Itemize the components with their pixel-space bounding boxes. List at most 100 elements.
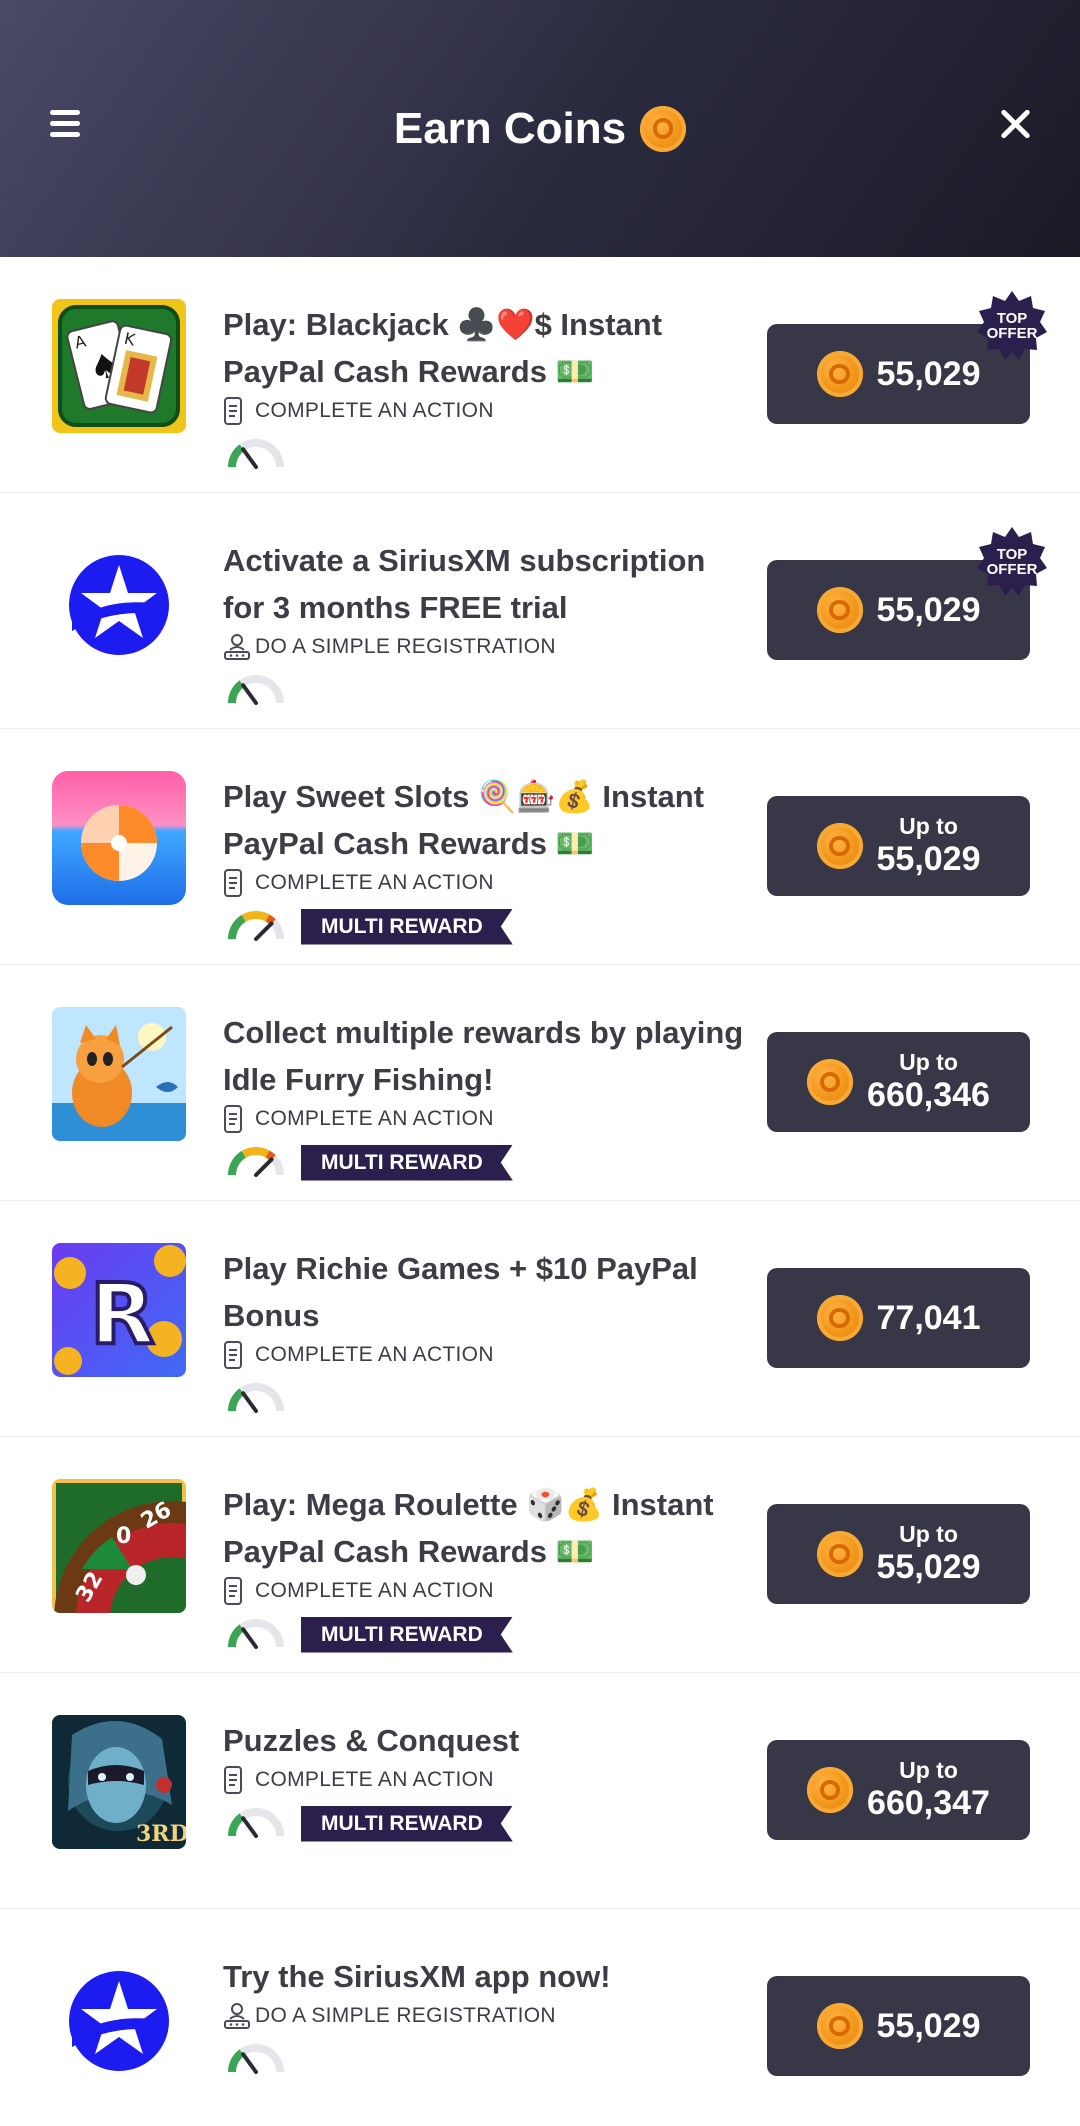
offer-action-row: DO A SIMPLE REGISTRATION	[223, 633, 763, 661]
offer-title: Play Richie Games + $10 PayPal Bonus	[223, 1245, 763, 1339]
offer-title-line: Idle Furry Fishing!	[223, 1062, 494, 1097]
up-to-label: Up to	[899, 813, 958, 839]
offer-action-row: COMPLETE AN ACTION	[223, 1766, 763, 1794]
offer-title-line: Activate a SiriusXM subscription	[223, 543, 706, 578]
offer-meta-row	[223, 1379, 763, 1418]
offer-details: Activate a SiriusXM subscription for 3 mo…	[223, 537, 763, 710]
offer-title-line: Play: Blackjack ♣️❤️$ Instant	[223, 307, 663, 342]
offer-title-line: Play Sweet Slots 🍭🎰💰 Instant	[223, 779, 705, 814]
offer-thumbnail	[52, 771, 186, 905]
page-title-group: Earn Coins	[393, 103, 687, 154]
reward-amount: 55,029	[876, 1548, 981, 1586]
svg-text:3RD: 3RD	[136, 1821, 186, 1847]
offer-meta-row	[223, 671, 763, 710]
coin-icon	[816, 2003, 863, 2049]
reward-button[interactable]: Up to 660,347	[767, 1740, 1030, 1840]
reward-amount-stack: Up to 660,347	[867, 1757, 990, 1823]
reward-button[interactable]: Up to 660,346	[767, 1032, 1030, 1132]
offer-card[interactable]: A ♠ K Play: Blackjack ♣️❤️$ Instant PayPal C…	[0, 257, 1080, 493]
offer-meta-row: MULTI REWARD	[223, 1615, 763, 1654]
offer-action-label: COMPLETE AN ACTION	[255, 1343, 494, 1366]
offer-title-line: Puzzles & Conquest	[223, 1723, 520, 1758]
reward-button[interactable]: Up to 55,029	[767, 796, 1030, 896]
reward-amount-stack: Up to 660,346	[867, 1049, 990, 1115]
offer-card[interactable]: Play Sweet Slots 🍭🎰💰 Instant PayPal Cash …	[0, 729, 1080, 965]
offer-meta-row: MULTI REWARD	[223, 907, 763, 946]
top-offer-badge: TOP OFFER	[975, 289, 1049, 363]
app-header: Earn Coins	[0, 0, 1080, 257]
offer-thumbnail	[52, 535, 186, 669]
offer-title: Puzzles & Conquest	[223, 1717, 763, 1764]
difficulty-gauge-icon	[223, 2040, 289, 2079]
offer-card[interactable]: Try the SiriusXM app now! DO A SIMPLE REG…	[0, 1909, 1080, 2126]
offer-action-row: COMPLETE AN ACTION	[223, 1577, 763, 1605]
coin-icon	[816, 1531, 863, 1577]
offer-action-label: COMPLETE AN ACTION	[255, 1107, 494, 1130]
top-offer-text: TOP OFFER	[986, 310, 1038, 342]
offer-title-line: PayPal Cash Rewards 💵	[223, 826, 595, 861]
offer-list: A ♠ K Play: Blackjack ♣️❤️$ Instant PayPal C…	[0, 257, 1080, 2126]
offer-title-line: Collect multiple rewards by playing	[223, 1015, 744, 1050]
reward-button[interactable]: 77,041	[767, 1268, 1030, 1368]
offer-title: Play: Blackjack ♣️❤️$ Instant PayPal Cash…	[223, 301, 763, 395]
registration-icon	[223, 633, 250, 661]
reward-amount: 660,347	[867, 1784, 990, 1822]
reward-amount: 55,029	[876, 590, 981, 629]
registration-icon	[223, 2002, 250, 2030]
offer-action-label: DO A SIMPLE REGISTRATION	[255, 635, 556, 658]
offer-thumbnail: A ♠ K	[52, 299, 186, 433]
difficulty-gauge-icon	[223, 435, 289, 474]
offer-meta-row	[223, 2040, 763, 2079]
offer-title-line: Play Richie Games + $10 PayPal	[223, 1251, 698, 1286]
offer-action-label: COMPLETE AN ACTION	[255, 399, 494, 422]
close-icon[interactable]	[995, 105, 1035, 145]
reward-amount-stack: Up to 55,029	[877, 813, 981, 879]
multi-reward-badge: MULTI REWARD	[301, 1145, 513, 1181]
offer-title: Play Sweet Slots 🍭🎰💰 Instant PayPal Cash …	[223, 773, 763, 867]
difficulty-gauge-icon	[223, 1804, 289, 1843]
offer-card[interactable]: Collect multiple rewards by playing Idle …	[0, 965, 1080, 1201]
offer-details: Puzzles & Conquest COMPLETE AN ACTION MULT…	[223, 1717, 763, 1843]
offer-thumbnail: R	[52, 1243, 186, 1377]
offer-title-line: PayPal Cash Rewards 💵	[223, 354, 595, 389]
offer-card[interactable]: R Play Richie Games + $10 PayPal Bonus COMP…	[0, 1201, 1080, 1437]
svg-text:R: R	[90, 1265, 155, 1363]
offer-details: Play: Blackjack ♣️❤️$ Instant PayPal Cash…	[223, 301, 763, 474]
hamburger-menu-icon[interactable]	[50, 110, 80, 137]
offer-action-label: DO A SIMPLE REGISTRATION	[255, 2004, 556, 2027]
reward-amount: 77,041	[876, 1298, 981, 1337]
page-title: Earn Coins	[393, 103, 627, 153]
phone-icon	[223, 1766, 243, 1794]
offer-card[interactable]: 32 0 26 Play: Mega Roulette 🎲💰 Instant PayPa…	[0, 1437, 1080, 1673]
offer-meta-row: MULTI REWARD	[223, 1804, 763, 1843]
up-to-label: Up to	[899, 1757, 958, 1783]
offer-action-row: COMPLETE AN ACTION	[223, 397, 763, 425]
offer-title-line: Play: Mega Roulette 🎲💰 Instant	[223, 1487, 714, 1522]
offer-action-label: COMPLETE AN ACTION	[255, 1579, 494, 1602]
svg-text:0: 0	[116, 1524, 131, 1549]
offer-thumbnail	[52, 1951, 186, 2085]
offer-title-line: PayPal Cash Rewards 💵	[223, 1534, 595, 1569]
reward-button[interactable]: Up to 55,029	[767, 1504, 1030, 1604]
offer-action-row: DO A SIMPLE REGISTRATION	[223, 2002, 763, 2030]
reward-button[interactable]: 55,029	[767, 1976, 1030, 2076]
offer-details: Collect multiple rewards by playing Idle …	[223, 1009, 763, 1182]
up-to-label: Up to	[899, 1049, 958, 1075]
difficulty-gauge-icon	[223, 1379, 289, 1418]
offer-card[interactable]: Activate a SiriusXM subscription for 3 mo…	[0, 493, 1080, 729]
coin-icon	[807, 1767, 854, 1813]
coin-icon	[816, 587, 863, 633]
offer-action-row: COMPLETE AN ACTION	[223, 1341, 763, 1369]
offer-card[interactable]: 3RD Puzzles & Conquest COMPLETE AN ACTION M…	[0, 1673, 1080, 1909]
top-offer-badge: TOP OFFER	[975, 525, 1049, 599]
difficulty-gauge-icon	[223, 671, 289, 710]
coin-icon	[816, 823, 863, 869]
offer-thumbnail	[52, 1007, 186, 1141]
offer-title: Try the SiriusXM app now!	[223, 1953, 763, 2000]
offer-meta-row: MULTI REWARD	[223, 1143, 763, 1182]
difficulty-gauge-icon	[223, 1615, 289, 1654]
phone-icon	[223, 397, 243, 425]
coin-icon	[816, 351, 863, 397]
offer-action-row: COMPLETE AN ACTION	[223, 869, 763, 897]
phone-icon	[223, 869, 243, 897]
